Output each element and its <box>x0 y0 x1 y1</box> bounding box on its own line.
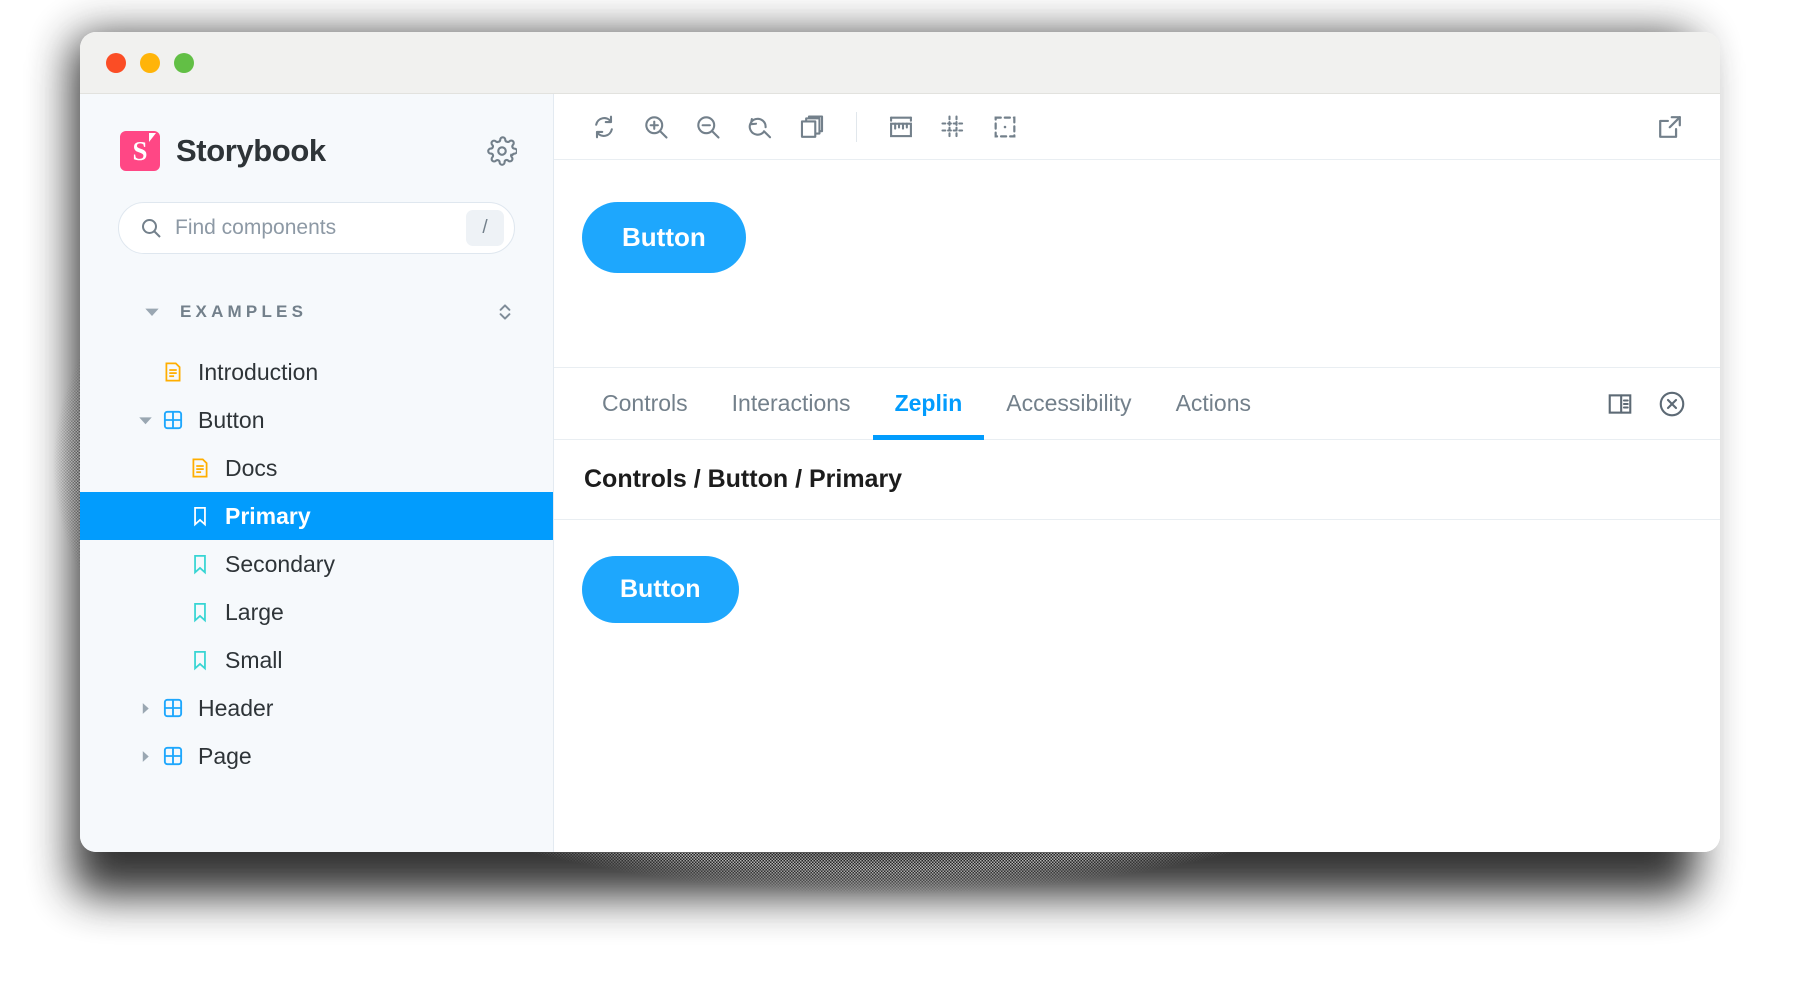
zeplin-panel-title: Controls / Button / Primary <box>554 440 1720 520</box>
component-icon <box>158 697 188 719</box>
sidebar-group-title: EXAMPLES <box>180 302 308 321</box>
bookmark-icon <box>185 553 215 575</box>
storybook-logo-icon: S <box>120 131 160 171</box>
sidebar-item-primary[interactable]: Primary <box>80 492 553 540</box>
minimize-window-button[interactable] <box>140 52 160 73</box>
search-container: / <box>80 180 553 254</box>
brand-title: Storybook <box>176 133 326 168</box>
panel-position-icon[interactable] <box>1594 368 1646 439</box>
document-icon <box>185 457 215 479</box>
sidebar-item-button[interactable]: Button <box>80 396 553 444</box>
search-input[interactable] <box>175 216 454 240</box>
sidebar-item-label: Page <box>198 742 252 769</box>
screenshot-stage: S Storybook Find components / EXAMPLES I… <box>0 0 1800 996</box>
sidebar: S Storybook Find components / EXAMPLES I… <box>80 94 554 852</box>
gear-icon[interactable] <box>487 136 517 166</box>
sidebar-item-label: Button <box>198 406 265 433</box>
component-icon <box>158 409 188 431</box>
remount-icon[interactable] <box>580 103 628 151</box>
zoom-in-icon[interactable] <box>632 103 680 151</box>
addon-panel-body: Controls / Button / Primary Button <box>554 440 1720 852</box>
addon-panel: Controls Interactions Zeplin Accessibili… <box>554 368 1720 852</box>
bookmark-icon <box>185 601 215 623</box>
bookmark-icon <box>185 649 215 671</box>
search-shortcut-badge: / <box>466 210 504 246</box>
sidebar-item-label: Small <box>225 646 283 673</box>
measure-icon[interactable] <box>877 103 925 151</box>
zoom-out-icon[interactable] <box>684 103 732 151</box>
preview-story-button[interactable]: Button <box>582 202 746 273</box>
storybook-window: S Storybook Find components / EXAMPLES I… <box>80 32 1720 852</box>
sidebar-item-label: Introduction <box>198 358 319 385</box>
tab-zeplin[interactable]: Zeplin <box>872 368 985 440</box>
chevron-expand-icon[interactable] <box>495 301 515 323</box>
tab-interactions[interactable]: Interactions <box>710 368 873 439</box>
sidebar-item-label: Docs <box>225 454 278 481</box>
component-icon <box>158 745 188 767</box>
close-window-button[interactable] <box>106 52 126 73</box>
zeplin-preview-button[interactable]: Button <box>582 556 739 623</box>
sidebar-item-docs[interactable]: Docs <box>80 444 553 492</box>
sidebar-item-label: Primary <box>225 502 311 529</box>
tab-controls[interactable]: Controls <box>580 368 710 439</box>
canvas-toolbar <box>554 94 1720 160</box>
addon-tablist: Controls Interactions Zeplin Accessibili… <box>554 368 1720 440</box>
sidebar-item-introduction[interactable]: Introduction <box>80 348 553 396</box>
chevron-down-icon[interactable] <box>130 304 174 320</box>
zeplin-panel-content: Button <box>554 520 1720 852</box>
open-in-new-tab-icon[interactable] <box>1646 103 1694 151</box>
document-icon <box>158 361 188 383</box>
sidebar-item-page[interactable]: Page <box>80 732 553 780</box>
sidebar-item-secondary[interactable]: Secondary <box>80 540 553 588</box>
sidebar-item-label: Header <box>198 694 274 721</box>
chevron-right-icon[interactable] <box>132 702 158 715</box>
window-body: S Storybook Find components / EXAMPLES I… <box>80 94 1720 852</box>
bookmark-icon <box>185 505 215 527</box>
close-panel-icon[interactable] <box>1646 368 1698 439</box>
outline-icon[interactable] <box>981 103 1029 151</box>
addon-tablist-spacer <box>1273 368 1594 439</box>
tab-actions[interactable]: Actions <box>1154 368 1273 439</box>
grid-icon[interactable] <box>929 103 977 151</box>
storybook-logo-letter: S <box>132 135 148 166</box>
main-area: Button Controls Interactions Zeplin Acce… <box>554 94 1720 852</box>
search-icon <box>139 216 163 240</box>
zoom-reset-icon[interactable] <box>736 103 784 151</box>
sidebar-item-header[interactable]: Header <box>80 684 553 732</box>
toolbar-divider <box>856 111 857 142</box>
backgrounds-icon[interactable] <box>788 103 836 151</box>
chevron-right-icon[interactable] <box>132 750 158 763</box>
sidebar-item-label: Secondary <box>225 550 335 577</box>
sidebar-item-large[interactable]: Large <box>80 588 553 636</box>
sidebar-tree: Introduction Button Docs Primary Seconda… <box>80 348 553 780</box>
tab-accessibility[interactable]: Accessibility <box>984 368 1153 439</box>
sidebar-group-examples[interactable]: EXAMPLES <box>80 294 553 330</box>
sidebar-item-small[interactable]: Small <box>80 636 553 684</box>
search-box[interactable]: / <box>118 202 515 254</box>
canvas-preview: Button <box>554 160 1720 368</box>
sidebar-brand[interactable]: S Storybook <box>80 122 553 180</box>
sidebar-item-label: Large <box>225 598 284 625</box>
chevron-down-icon[interactable] <box>132 413 158 428</box>
window-titlebar <box>80 32 1720 94</box>
zoom-window-button[interactable] <box>174 52 194 73</box>
